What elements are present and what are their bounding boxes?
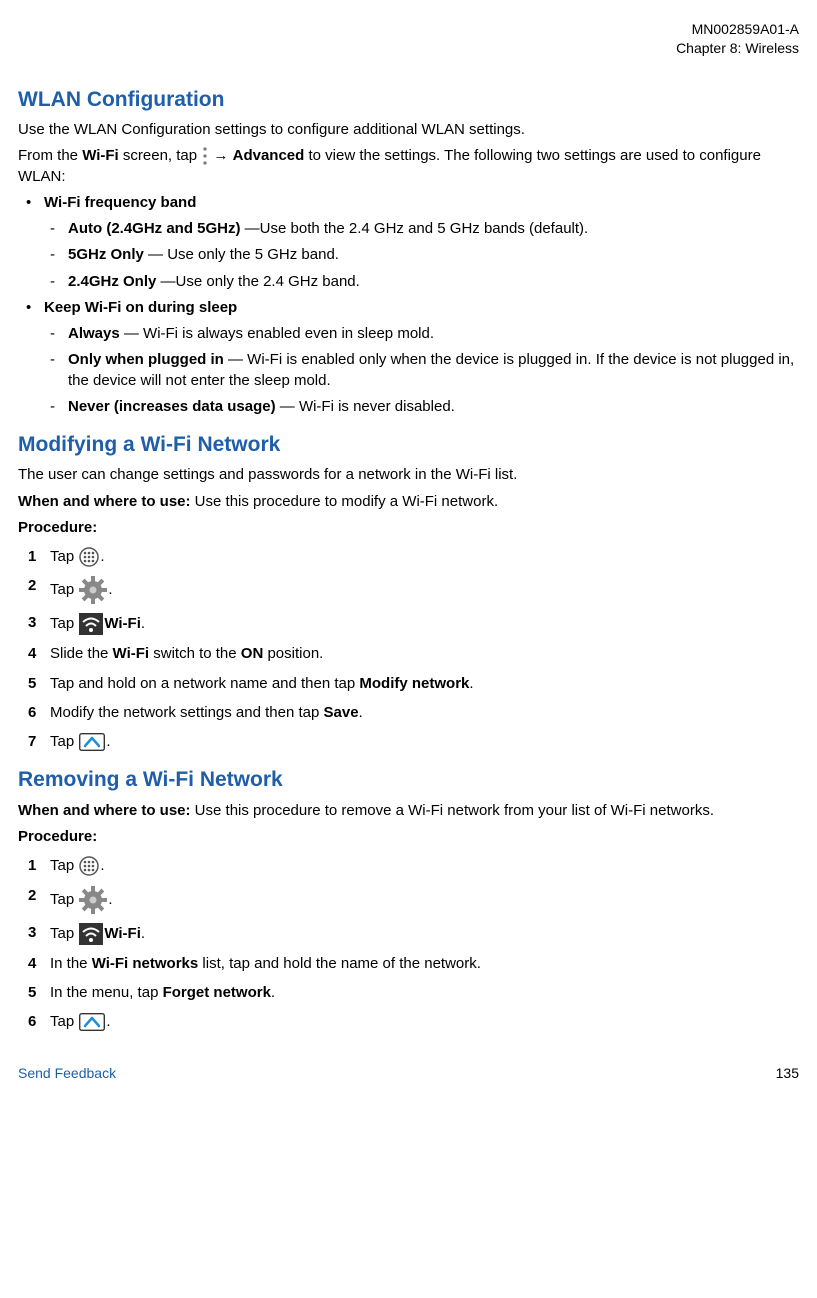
- modify-intro: The user can change settings and passwor…: [18, 465, 799, 485]
- page-footer: Send Feedback 135: [18, 1064, 799, 1083]
- step-7: Tap .: [28, 732, 799, 752]
- step-2: Tap .: [28, 886, 799, 914]
- remove-when: When and where to use: Use this procedur…: [18, 801, 799, 821]
- step-6: Modify the network settings and then tap…: [28, 703, 799, 723]
- wlan-from-line: From the Wi-Fi screen, tap → Advanced to…: [18, 146, 799, 187]
- step-1: Tap .: [28, 547, 799, 567]
- wlan-intro: Use the WLAN Configuration settings to c…: [18, 120, 799, 140]
- wlan-settings-list: Wi-Fi frequency band Auto (2.4GHz and 5G…: [26, 193, 799, 417]
- freq-band-options: Auto (2.4GHz and 5GHz) —Use both the 2.4…: [50, 219, 799, 292]
- chapter-label: Chapter 8: Wireless: [18, 39, 799, 58]
- sleep-options: Always — Wi-Fi is always enabled even in…: [50, 324, 799, 417]
- apps-icon: [79, 856, 99, 876]
- opt-never: Never (increases data usage) — Wi-Fi is …: [50, 397, 799, 417]
- setting-freq-band: Wi-Fi frequency band Auto (2.4GHz and 5G…: [26, 193, 799, 292]
- home-icon: [79, 1013, 105, 1031]
- overflow-menu-icon: [202, 147, 208, 165]
- section-title-remove-wifi: Removing a Wi-Fi Network: [18, 766, 799, 794]
- step-3: Tap Wi-Fi.: [28, 613, 799, 635]
- step-4: Slide the Wi-Fi switch to the ON positio…: [28, 644, 799, 664]
- opt-plugged: Only when plugged in — Wi-Fi is enabled …: [50, 350, 799, 391]
- gear-icon: [79, 576, 107, 604]
- page-number: 135: [776, 1064, 799, 1083]
- send-feedback-link[interactable]: Send Feedback: [18, 1064, 116, 1083]
- section-title-modify-wifi: Modifying a Wi-Fi Network: [18, 431, 799, 459]
- procedure-label: Procedure:: [18, 518, 799, 538]
- wifi-icon: [79, 923, 103, 945]
- step-1: Tap .: [28, 856, 799, 876]
- setting-keep-wifi-sleep: Keep Wi-Fi on during sleep Always — Wi-F…: [26, 298, 799, 417]
- doc-id: MN002859A01-A: [18, 20, 799, 39]
- modify-when: When and where to use: Use this procedur…: [18, 492, 799, 512]
- remove-steps: Tap . Tap . Tap Wi-Fi. In the Wi-Fi netw…: [28, 856, 799, 1032]
- apps-icon: [79, 547, 99, 567]
- step-3: Tap Wi-Fi.: [28, 923, 799, 945]
- step-5: Tap and hold on a network name and then …: [28, 674, 799, 694]
- step-4: In the Wi-Fi networks list, tap and hold…: [28, 954, 799, 974]
- section-title-wlan-config: WLAN Configuration: [18, 86, 799, 114]
- opt-always: Always — Wi-Fi is always enabled even in…: [50, 324, 799, 344]
- step-5: In the menu, tap Forget network.: [28, 983, 799, 1003]
- opt-auto: Auto (2.4GHz and 5GHz) —Use both the 2.4…: [50, 219, 799, 239]
- opt-24ghz: 2.4GHz Only —Use only the 2.4 GHz band.: [50, 272, 799, 292]
- wifi-icon: [79, 613, 103, 635]
- modify-steps: Tap . Tap . Tap Wi-Fi. Slide the Wi-Fi s…: [28, 547, 799, 752]
- step-6: Tap .: [28, 1012, 799, 1032]
- step-2: Tap .: [28, 576, 799, 604]
- procedure-label-2: Procedure:: [18, 827, 799, 847]
- page-header: MN002859A01-A Chapter 8: Wireless: [18, 20, 799, 58]
- home-icon: [79, 733, 105, 751]
- gear-icon: [79, 886, 107, 914]
- opt-5ghz: 5GHz Only — Use only the 5 GHz band.: [50, 245, 799, 265]
